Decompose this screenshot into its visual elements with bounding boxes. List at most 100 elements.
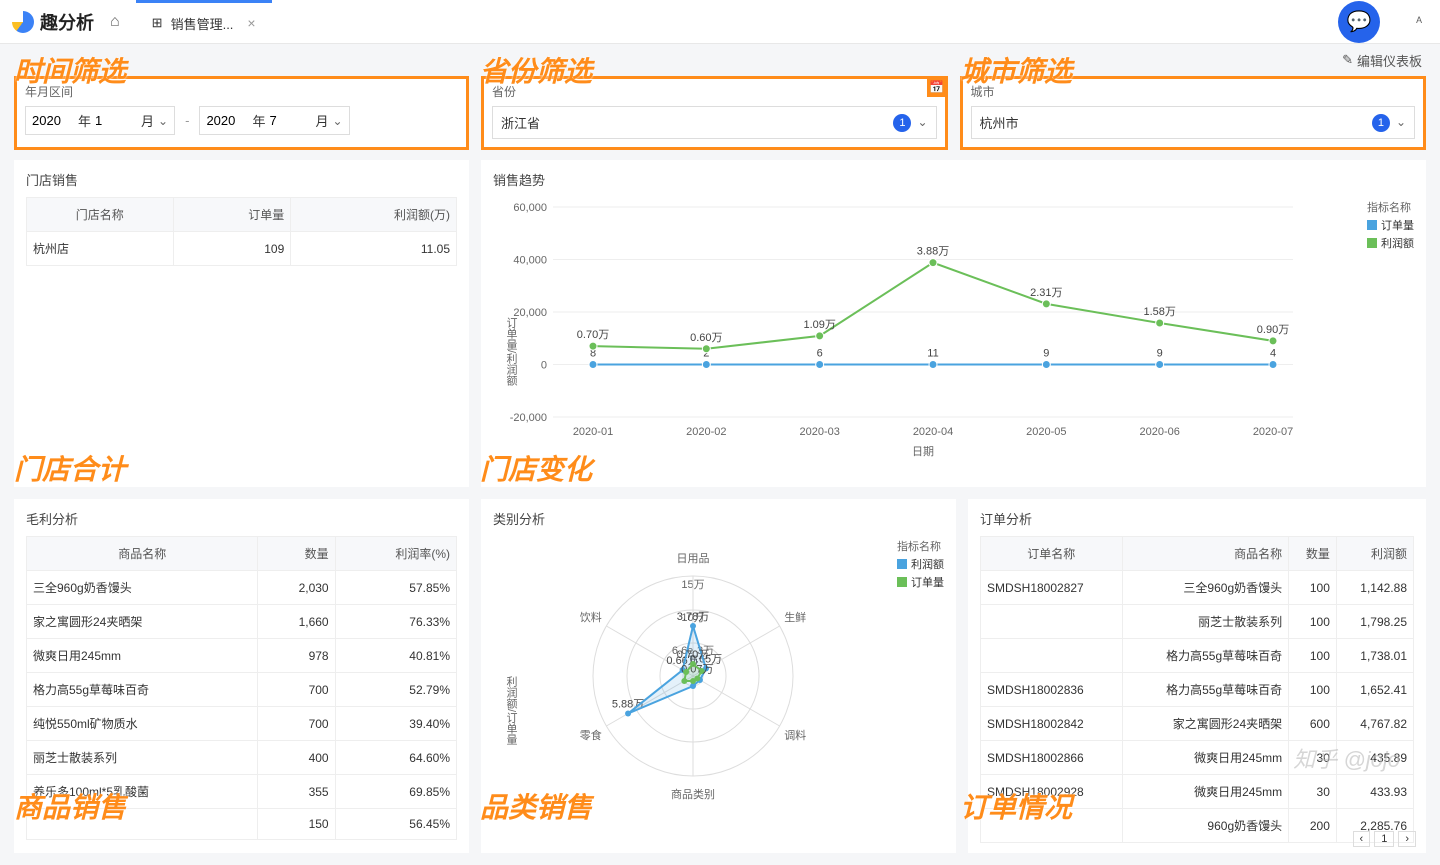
svg-text:2020-02: 2020-02 [686, 426, 726, 438]
svg-text:饮料: 饮料 [580, 610, 602, 624]
month-from-input[interactable] [95, 113, 137, 128]
store-sales-panel: 门店销售 门店名称订单量利润额(万) 杭州店10911.05 [14, 160, 469, 487]
svg-text:20,000: 20,000 [513, 307, 547, 319]
date-filter-label: 年月区间 [25, 83, 458, 100]
svg-text:2020-06: 2020-06 [1139, 426, 1179, 438]
svg-text:0.60万: 0.60万 [690, 332, 722, 344]
table-row[interactable]: SMDSH18002827三全960g奶香馒头1001,142.88 [981, 571, 1414, 605]
province-label: 省份 [492, 83, 937, 100]
svg-text:日用品: 日用品 [677, 552, 710, 565]
chat-icon: 💬 [1347, 9, 1372, 34]
orders-table: 订单名称商品名称数量利润额 SMDSH18002827三全960g奶香馒头100… [980, 536, 1414, 843]
category-legend: 指标名称 利润额 订单量 [897, 536, 944, 592]
date-from[interactable]: 年 月 ⌄ [25, 106, 175, 135]
svg-text:调料: 调料 [784, 728, 806, 742]
province-filter-box: 📅 省份 浙江省 1 ⌄ [481, 76, 948, 150]
user-icon[interactable]: ᴬ [1416, 14, 1422, 29]
svg-text:零食: 零食 [580, 728, 602, 742]
panel-title: 订单分析 [980, 509, 1414, 528]
chevron-down-icon[interactable]: ⌄ [158, 114, 168, 128]
table-row[interactable]: 家之寓圆形24夹晒架1,66076.33% [27, 605, 457, 639]
svg-text:2020-07: 2020-07 [1253, 426, 1293, 438]
watermark: 知乎 @jojo [1293, 742, 1400, 774]
city-value: 杭州市 [980, 113, 1019, 132]
panel-title: 门店销售 [26, 170, 457, 189]
province-value: 浙江省 [501, 113, 540, 132]
panel-title: 毛利分析 [26, 509, 457, 528]
svg-text:订单量/利润额: 订单量/利润额 [505, 317, 518, 387]
svg-text:6: 6 [817, 347, 823, 359]
filter-row: 年月区间 年 月 ⌄ - 年 月 ⌄ 📅 省份 浙江省 1⌄ [0, 72, 1440, 160]
svg-text:3.88万: 3.88万 [917, 246, 949, 258]
home-icon[interactable]: ⌂ [110, 13, 120, 31]
table-row[interactable]: 三全960g奶香馒头2,03057.85% [27, 571, 457, 605]
svg-text:0.70万: 0.70万 [577, 329, 609, 341]
page-prev[interactable]: ‹ [1353, 831, 1371, 847]
table-row[interactable]: 养乐多100ml*5乳酸菌35569.85% [27, 775, 457, 809]
close-icon[interactable]: × [247, 15, 255, 31]
calendar-icon[interactable]: 📅 [927, 77, 947, 97]
date-to[interactable]: 年 月 ⌄ [199, 106, 349, 135]
svg-text:0: 0 [541, 360, 547, 372]
svg-text:利润额/订单量: 利润额/订单量 [505, 676, 518, 745]
province-select[interactable]: 浙江省 1 ⌄ [492, 106, 937, 139]
table-row[interactable]: SMDSH18002836格力高55g草莓味百奇1001,652.41 [981, 673, 1414, 707]
page-next[interactable]: › [1398, 831, 1416, 847]
svg-text:商品类别: 商品类别 [671, 787, 715, 801]
table-row[interactable]: 格力高55g草莓味百奇70052.79% [27, 673, 457, 707]
svg-text:4: 4 [1270, 347, 1276, 359]
svg-text:1.58万: 1.58万 [1143, 306, 1175, 318]
panel-title: 销售趋势 [493, 170, 1414, 189]
chevron-down-icon[interactable]: ⌄ [917, 115, 927, 129]
trend-chart: -20,000020,00040,00060,000订单量/利润额2020-01… [493, 197, 1313, 457]
top-bar: 趣分析 ⌂ ⊞ 销售管理... × 💬 ᴬ [0, 0, 1440, 44]
svg-text:3.78万: 3.78万 [677, 611, 709, 623]
table-row[interactable]: 丽芝士散装系列40064.60% [27, 741, 457, 775]
year-from-input[interactable] [32, 113, 74, 128]
table-row[interactable]: SMDSH18002928微爽日用245mm30433.93 [981, 775, 1414, 809]
profit-table: 商品名称数量利润率(%) 三全960g奶香馒头2,03057.85%家之寓圆形2… [26, 536, 457, 840]
svg-text:日期: 日期 [912, 445, 934, 458]
year-to-input[interactable] [206, 113, 248, 128]
logo-icon [12, 11, 34, 33]
svg-text:2.31万: 2.31万 [1030, 287, 1062, 299]
svg-text:2020-01: 2020-01 [573, 426, 613, 438]
svg-text:0.70万: 0.70万 [677, 649, 709, 661]
trend-panel: 销售趋势 指标名称 订单量 利润额 -20,000020,00040,00060… [481, 160, 1426, 487]
tab-sales-mgmt[interactable]: ⊞ 销售管理... × [136, 0, 272, 44]
table-row[interactable]: 15056.45% [27, 809, 457, 840]
profit-panel: 毛利分析 商品名称数量利润率(%) 三全960g奶香馒头2,03057.85%家… [14, 499, 469, 853]
store-sales-table: 门店名称订单量利润额(万) 杭州店10911.05 [26, 197, 457, 266]
table-row[interactable]: 微爽日用245mm97840.81% [27, 639, 457, 673]
svg-text:1.09万: 1.09万 [803, 319, 835, 331]
city-count-badge: 1 [1372, 114, 1390, 132]
table-row[interactable]: 杭州店10911.05 [27, 232, 457, 266]
province-count-badge: 1 [893, 114, 911, 132]
table-row[interactable]: 纯悦550ml矿物质水70039.40% [27, 707, 457, 741]
tab-label: 销售管理... [171, 14, 234, 33]
toolbar: ✎ 编辑仪表板 [0, 44, 1440, 72]
city-label: 城市 [971, 83, 1416, 100]
table-row[interactable]: 960g奶香馒头2002,285.76 [981, 809, 1414, 843]
table-row[interactable]: 丽芝士散装系列1001,798.25 [981, 605, 1414, 639]
svg-text:生鲜: 生鲜 [784, 610, 806, 624]
city-filter-box: 城市 杭州市 1 ⌄ [960, 76, 1427, 150]
month-to-input[interactable] [269, 113, 311, 128]
category-panel: 类别分析 指标名称 利润额 订单量 15万10万6.6e-3万日用品生鲜调料商品… [481, 499, 956, 853]
svg-text:-20,000: -20,000 [510, 412, 547, 424]
chevron-down-icon[interactable]: ⌄ [332, 114, 342, 128]
svg-text:2020-04: 2020-04 [913, 426, 953, 438]
city-select[interactable]: 杭州市 1 ⌄ [971, 106, 1416, 139]
edit-icon: ✎ [1342, 52, 1353, 68]
chevron-down-icon[interactable]: ⌄ [1396, 115, 1406, 129]
tab-icon: ⊞ [152, 15, 163, 31]
edit-dashboard-button[interactable]: 编辑仪表板 [1357, 51, 1422, 70]
svg-text:0.90万: 0.90万 [1257, 324, 1289, 336]
table-row[interactable]: 格力高55g草莓味百奇1001,738.01 [981, 639, 1414, 673]
page-current: 1 [1374, 831, 1394, 847]
svg-text:11: 11 [927, 347, 938, 359]
chat-button[interactable]: 💬 [1338, 1, 1380, 43]
table-row[interactable]: SMDSH18002842家之寓圆形24夹晒架6004,767.82 [981, 707, 1414, 741]
pager[interactable]: ‹ 1 › [1353, 831, 1416, 847]
app-name: 趣分析 [40, 9, 94, 35]
